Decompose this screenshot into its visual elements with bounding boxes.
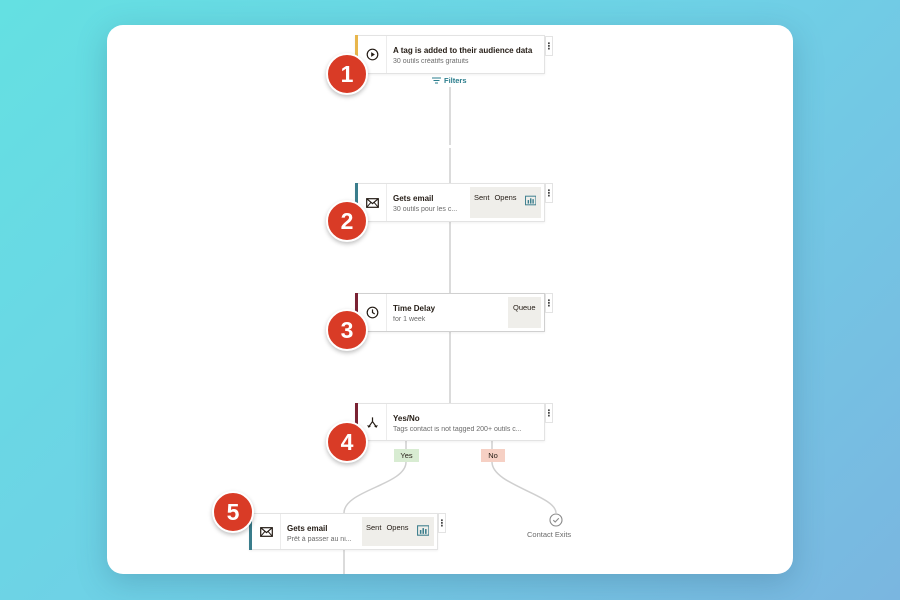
condition-menu-button[interactable]: ⋮ (545, 403, 554, 423)
step-badge-4: 4 (326, 421, 368, 463)
email-title-1: Gets email (393, 194, 434, 203)
delay-node[interactable]: Time Delay for 1 week Queue (355, 293, 545, 332)
opens-label-2: Opens (386, 523, 409, 532)
filter-lines-icon (432, 77, 441, 84)
delay-subtitle: for 1 week (393, 316, 426, 323)
email-menu-button-1[interactable]: ⋮ (545, 183, 554, 203)
bar-chart-icon (416, 525, 429, 536)
step-badge-1: 1 (326, 53, 368, 95)
envelope-icon (365, 197, 379, 208)
trigger-node[interactable]: A tag is added to their audience data 30… (355, 35, 545, 74)
sent-label-1: Sent (474, 193, 490, 202)
filters-label: Filters (444, 76, 467, 85)
no-branch-tag[interactable]: No (481, 449, 505, 462)
check-circle-icon (549, 513, 563, 527)
email-node-2[interactable]: Gets email Prêt à passer au ni... Sent O… (249, 513, 438, 550)
email-stats-1[interactable]: Sent Opens (470, 187, 541, 218)
delay-title: Time Delay (393, 304, 436, 313)
yes-branch-tag[interactable]: Yes (394, 449, 419, 462)
connector-yes-branch (343, 461, 407, 514)
queue-label: Queue (513, 303, 536, 312)
email-subtitle-1: 30 outils pour les c... (393, 206, 458, 213)
opens-label-1: Opens (494, 193, 517, 202)
sent-label-2: Sent (366, 523, 382, 532)
play-circle-icon (366, 48, 378, 61)
trigger-menu-button[interactable]: ⋮ (545, 36, 554, 56)
clock-icon (366, 306, 378, 319)
condition-node[interactable]: Yes/No Tags contact is not tagged 200+ o… (355, 403, 545, 441)
filters-link[interactable]: Filters (432, 76, 467, 85)
step-badge-3: 3 (326, 309, 368, 351)
delay-stats[interactable]: Queue (508, 297, 541, 328)
email-node-1[interactable]: Gets email 30 outils pour les c... Sent … (355, 183, 545, 222)
trigger-subtitle: 30 outils créatifs gratuits (393, 58, 469, 65)
trigger-title: A tag is added to their audience data (393, 46, 533, 55)
email-icon-cell-2 (252, 514, 281, 549)
contact-exits-label: Contact Exits (527, 530, 572, 539)
envelope-icon (259, 526, 273, 537)
condition-subtitle: Tags contact is not tagged 200+ outils c… (393, 426, 522, 433)
bar-chart-icon (524, 195, 536, 206)
email-subtitle-2: Prêt à passer au ni... (287, 536, 352, 543)
email-menu-button-2[interactable]: ⋮ (438, 513, 447, 533)
workflow-canvas: A tag is added to their audience data 30… (107, 25, 793, 574)
email-title-2: Gets email (287, 524, 328, 533)
step-badge-5: 5 (212, 491, 254, 533)
step-badge-2: 2 (326, 200, 368, 242)
split-icon (366, 416, 378, 428)
condition-title: Yes/No (393, 414, 420, 423)
connector-no-branch (491, 461, 557, 514)
delay-menu-button[interactable]: ⋮ (545, 293, 554, 313)
email-stats-2[interactable]: Sent Opens (362, 517, 434, 546)
